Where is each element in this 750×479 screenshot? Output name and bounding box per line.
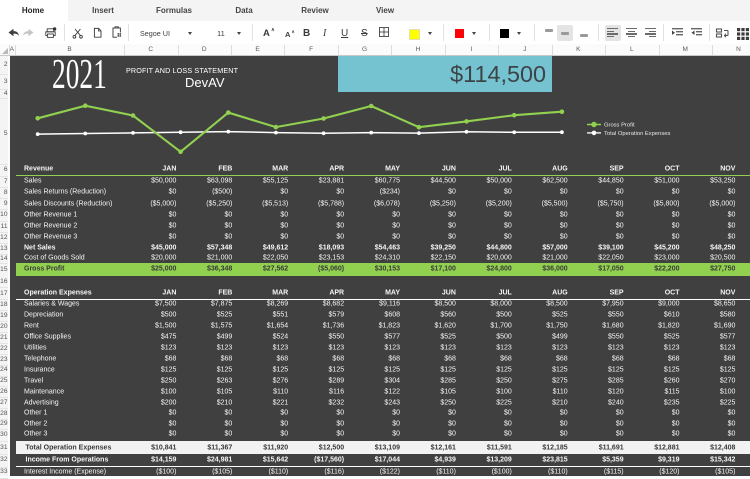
- svg-text:Total Operation Expenses: Total Operation Expenses: [604, 131, 670, 137]
- svg-text:Gross Profit: Gross Profit: [604, 123, 635, 129]
